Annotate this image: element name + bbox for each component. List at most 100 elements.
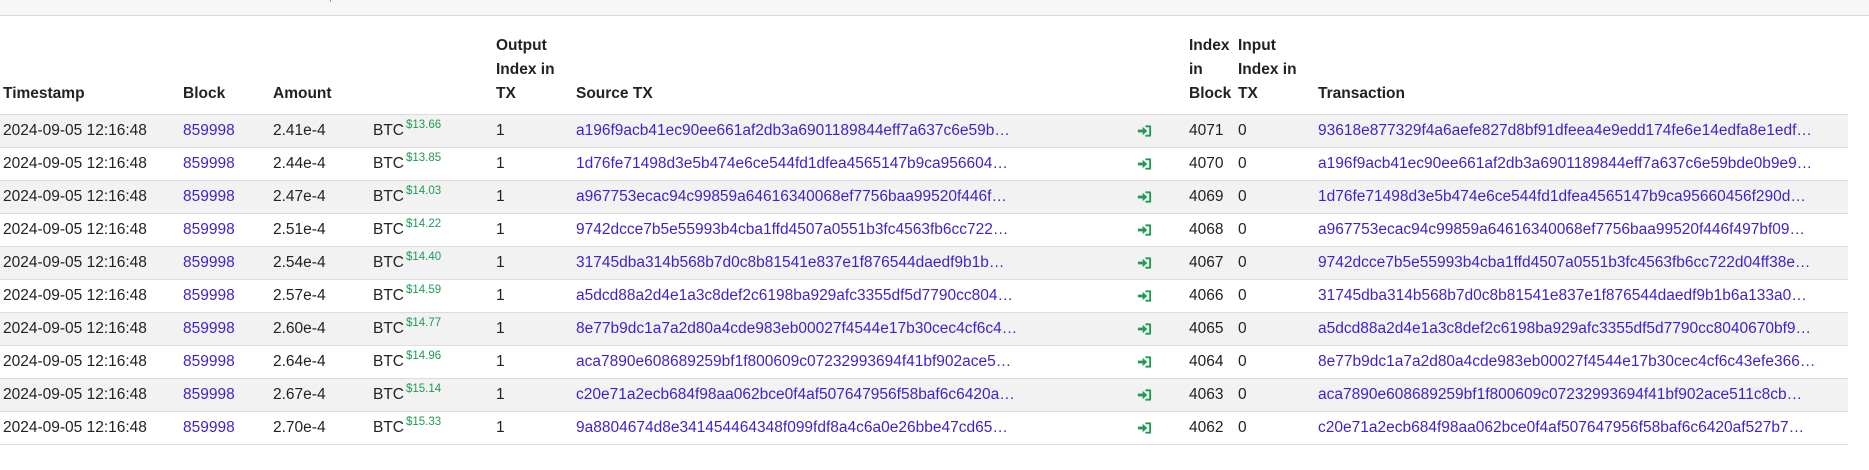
transaction-link[interactable]: c20e71a2ecb684f98aa062bce0f4af507647956f… — [1318, 419, 1804, 436]
sign-in-icon[interactable] — [1137, 419, 1152, 436]
output-index-cell: 1 — [493, 345, 573, 379]
block-cell: 859998 — [180, 147, 270, 181]
input-index-cell: 0 — [1235, 312, 1315, 346]
source-tx-cell: a967753ecac94c99859a64616340068ef7756baa… — [573, 180, 1103, 214]
block-cell: 859998 — [180, 279, 270, 313]
block-link[interactable]: 859998 — [183, 353, 235, 370]
source-tx-link[interactable]: 9742dcce7b5e55993b4cba1ffd4507a0551b3fc4… — [576, 221, 1008, 238]
transaction-link[interactable]: aca7890e608689259bf1f800609c07232993694f… — [1318, 386, 1802, 403]
timestamp-cell: 2024-09-05 12:16:48 — [0, 345, 180, 379]
block-link[interactable]: 859998 — [183, 155, 235, 172]
block-link[interactable]: 859998 — [183, 320, 235, 337]
usd-value: $14.77 — [406, 317, 442, 329]
timestamp-cell: 2024-09-05 12:16:48 — [0, 114, 180, 148]
sign-in-icon[interactable] — [1137, 188, 1152, 205]
output-index-cell: 1 — [493, 114, 573, 148]
unit-label: BTC — [373, 254, 404, 271]
block-link[interactable]: 859998 — [183, 254, 235, 271]
block-link[interactable]: 859998 — [183, 122, 235, 139]
block-cell: 859998 — [180, 180, 270, 214]
sign-in-icon[interactable] — [1137, 254, 1152, 271]
timestamp-cell: 2024-09-05 12:16:48 — [0, 246, 180, 280]
transaction-link[interactable]: a967753ecac94c99859a64616340068ef7756baa… — [1318, 221, 1805, 238]
output-index-cell: 1 — [493, 279, 573, 313]
icon-cell — [1103, 378, 1186, 412]
usd-value: $15.33 — [406, 416, 442, 428]
currency-cell: BTC $14.96 — [370, 345, 493, 379]
currency-cell: BTC $14.40 — [370, 246, 493, 280]
source-tx-link[interactable]: aca7890e608689259bf1f800609c07232993694f… — [576, 353, 1011, 370]
output-index-cell: 1 — [493, 180, 573, 214]
source-tx-link[interactable]: 31745dba314b568b7d0c8b81541e837e1f876544… — [576, 254, 1004, 271]
sign-in-icon[interactable] — [1137, 287, 1152, 304]
sign-in-icon[interactable] — [1137, 353, 1152, 370]
sign-in-icon[interactable] — [1137, 122, 1152, 139]
header-timestamp: Timestamp — [3, 85, 85, 102]
sign-in-icon[interactable] — [1137, 221, 1152, 238]
sign-in-icon[interactable] — [1137, 320, 1152, 337]
transaction-cell: 93618e877329f4a6aefe827d8bf91dfeea4e9edd… — [1315, 114, 1848, 148]
unit-label: BTC — [373, 188, 404, 205]
source-tx-link[interactable]: 9a8804674d8e341454464348f099fdf8a4c6a0e2… — [576, 419, 1008, 436]
transaction-link[interactable]: 93618e877329f4a6aefe827d8bf91dfeea4e9edd… — [1318, 122, 1812, 139]
amount-cell: 2.47e-4 — [270, 180, 370, 214]
source-tx-link[interactable]: c20e71a2ecb684f98aa062bce0f4af507647956f… — [576, 386, 1015, 403]
source-tx-cell: a5dcd88a2d4e1a3c8def2c6198ba929afc3355df… — [573, 279, 1103, 313]
source-tx-link[interactable]: 1d76fe71498d3e5b474e6ce544fd1dfea4565147… — [576, 155, 1008, 172]
block-cell: 859998 — [180, 114, 270, 148]
header-index-in-block: Index in Block — [1189, 37, 1232, 102]
output-index-cell: 1 — [493, 246, 573, 280]
icon-cell — [1103, 246, 1186, 280]
input-index-cell: 0 — [1235, 279, 1315, 313]
timestamp-cell: 2024-09-05 12:16:48 — [0, 213, 180, 247]
block-cell: 859998 — [180, 411, 270, 445]
source-tx-cell: 8e77b9dc1a7a2d80a4cde983eb00027f4544e17b… — [573, 312, 1103, 346]
usd-value: $14.59 — [406, 284, 442, 296]
source-tx-link[interactable]: a967753ecac94c99859a64616340068ef7756baa… — [576, 188, 1007, 205]
timestamp-cell: 2024-09-05 12:16:48 — [0, 312, 180, 346]
sign-in-icon[interactable] — [1137, 155, 1152, 172]
currency-cell: BTC $15.33 — [370, 411, 493, 445]
transaction-link[interactable]: 31745dba314b568b7d0c8b81541e837e1f876544… — [1318, 287, 1807, 304]
source-tx-cell: c20e71a2ecb684f98aa062bce0f4af507647956f… — [573, 378, 1103, 412]
block-link[interactable]: 859998 — [183, 386, 235, 403]
header-source-tx: Source TX — [576, 85, 653, 102]
index-in-block-cell: 4070 — [1186, 147, 1235, 181]
icon-cell — [1103, 345, 1186, 379]
icon-cell — [1103, 411, 1186, 445]
transaction-link[interactable]: 9742dcce7b5e55993b4cba1ffd4507a0551b3fc4… — [1318, 254, 1810, 271]
timestamp-cell: 2024-09-05 12:16:48 — [0, 378, 180, 412]
table-header-row: Timestamp Block Amount Output Index in T… — [0, 34, 1848, 115]
block-cell: 859998 — [180, 246, 270, 280]
source-tx-link[interactable]: a196f9acb41ec90ee661af2db3a6901189844eff… — [576, 122, 1010, 139]
transaction-link[interactable]: 1d76fe71498d3e5b474e6ce544fd1dfea4565147… — [1318, 188, 1806, 205]
transaction-cell: a196f9acb41ec90ee661af2db3a6901189844eff… — [1315, 147, 1848, 181]
output-index-cell: 1 — [493, 213, 573, 247]
currency-cell: BTC $14.03 — [370, 180, 493, 214]
table-body: 2024-09-05 12:16:48 859998 2.41e-4 BTC $1… — [0, 114, 1848, 445]
inputs-table: Timestamp Block Amount Output Index in T… — [0, 34, 1848, 445]
block-link[interactable]: 859998 — [183, 188, 235, 205]
unit-label: BTC — [373, 386, 404, 403]
transaction-link[interactable]: 8e77b9dc1a7a2d80a4cde983eb00027f4544e17b… — [1318, 353, 1815, 370]
input-index-cell: 0 — [1235, 378, 1315, 412]
block-link[interactable]: 859998 — [183, 419, 235, 436]
timestamp-cell: 2024-09-05 12:16:48 — [0, 147, 180, 181]
usd-value: $14.40 — [406, 251, 442, 263]
sign-in-icon[interactable] — [1137, 386, 1152, 403]
icon-cell — [1103, 279, 1186, 313]
source-tx-link[interactable]: a5dcd88a2d4e1a3c8def2c6198ba929afc3355df… — [576, 287, 1013, 304]
source-tx-link[interactable]: 8e77b9dc1a7a2d80a4cde983eb00027f4544e17b… — [576, 320, 1017, 337]
output-index-cell: 1 — [493, 312, 573, 346]
icon-cell — [1103, 114, 1186, 148]
transaction-cell: 8e77b9dc1a7a2d80a4cde983eb00027f4544e17b… — [1315, 345, 1848, 379]
transaction-cell: a967753ecac94c99859a64616340068ef7756baa… — [1315, 213, 1848, 247]
timestamp-cell: 2024-09-05 12:16:48 — [0, 411, 180, 445]
transaction-cell: c20e71a2ecb684f98aa062bce0f4af507647956f… — [1315, 411, 1848, 445]
block-link[interactable]: 859998 — [183, 287, 235, 304]
icon-cell — [1103, 213, 1186, 247]
transaction-link[interactable]: a5dcd88a2d4e1a3c8def2c6198ba929afc3355df… — [1318, 320, 1811, 337]
block-link[interactable]: 859998 — [183, 221, 235, 238]
transaction-link[interactable]: a196f9acb41ec90ee661af2db3a6901189844eff… — [1318, 155, 1812, 172]
table-row: 2024-09-05 12:16:48 859998 2.44e-4 BTC $1… — [0, 147, 1848, 181]
